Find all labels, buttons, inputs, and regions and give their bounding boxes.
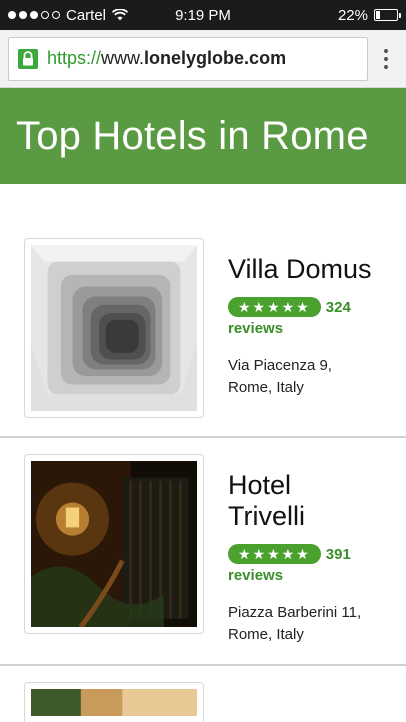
kebab-menu-icon[interactable] (374, 37, 398, 81)
hotel-address: Piazza Barberini 11, Rome, Italy (228, 602, 384, 646)
url-domain: lonelyglobe.com (144, 48, 287, 68)
status-right: 22% (337, 6, 401, 24)
hotel-thumbnail[interactable] (24, 454, 204, 634)
address-line: Rome, Italy (228, 626, 304, 643)
reviews-label: reviews (228, 567, 284, 584)
battery-icon (374, 9, 401, 21)
reviews-label: reviews (228, 320, 284, 337)
url-text: https://www.lonelyglobe.com (47, 48, 286, 69)
battery-percent: 22% (337, 6, 368, 24)
status-bar: Cartel 9:19 PM 22% (0, 0, 406, 30)
hotel-card[interactable]: Villa Domus ★★★★★ 324 reviews Via Piacen… (0, 222, 406, 438)
hotel-photo-partial (31, 689, 197, 716)
star-rating-badge: ★★★★★ (228, 544, 321, 564)
hotel-list: Villa Domus ★★★★★ 324 reviews Via Piacen… (0, 184, 406, 722)
hotel-name-line: Villa Domus (228, 254, 372, 284)
hotel-thumbnail[interactable] (24, 682, 204, 722)
hotel-name-line: Hotel (228, 470, 292, 500)
hotel-address: Via Piacenza 9, Rome, Italy (228, 355, 384, 399)
review-count: 391 (325, 545, 351, 563)
address-line: Rome, Italy (228, 379, 304, 396)
hotel-name[interactable]: Hotel Trivelli (228, 470, 384, 532)
signal-strength-icon (8, 11, 60, 19)
address-line: Via Piacenza 9, (228, 357, 332, 374)
url-prefix: www. (101, 48, 145, 68)
page-banner: Top Hotels in Rome (0, 88, 406, 184)
hotel-info: Hotel Trivelli ★★★★★ 391 reviews Piazza … (228, 454, 384, 646)
star-rating-badge: ★★★★★ (228, 297, 321, 317)
hotel-card[interactable] (0, 666, 406, 722)
hotel-info: Villa Domus ★★★★★ 324 reviews Via Piacen… (228, 238, 384, 418)
hotel-card[interactable]: Hotel Trivelli ★★★★★ 391 reviews Piazza … (0, 438, 406, 666)
hotel-photo-architecture (31, 245, 197, 411)
hotel-thumbnail[interactable] (24, 238, 204, 418)
hotel-name-line: Trivelli (228, 501, 305, 531)
carrier-name: Cartel (66, 6, 107, 24)
hotel-name[interactable]: Villa Domus (228, 254, 384, 285)
hotel-rating[interactable]: ★★★★★ 324 reviews (228, 297, 384, 337)
review-count: 324 (325, 298, 351, 316)
wifi-icon (112, 9, 129, 21)
lock-icon (18, 48, 38, 69)
url-field[interactable]: https://www.lonelyglobe.com (8, 36, 368, 81)
hotel-photo-night-entrance (31, 461, 197, 629)
page-title: Top Hotels in Rome (16, 113, 369, 158)
status-left: Cartel (8, 6, 129, 24)
url-scheme: https:// (47, 48, 102, 68)
hotel-rating[interactable]: ★★★★★ 391 reviews (228, 544, 384, 584)
browser-toolbar: https://www.lonelyglobe.com (0, 30, 406, 88)
address-line: Piazza Barberini 11, (228, 604, 362, 621)
